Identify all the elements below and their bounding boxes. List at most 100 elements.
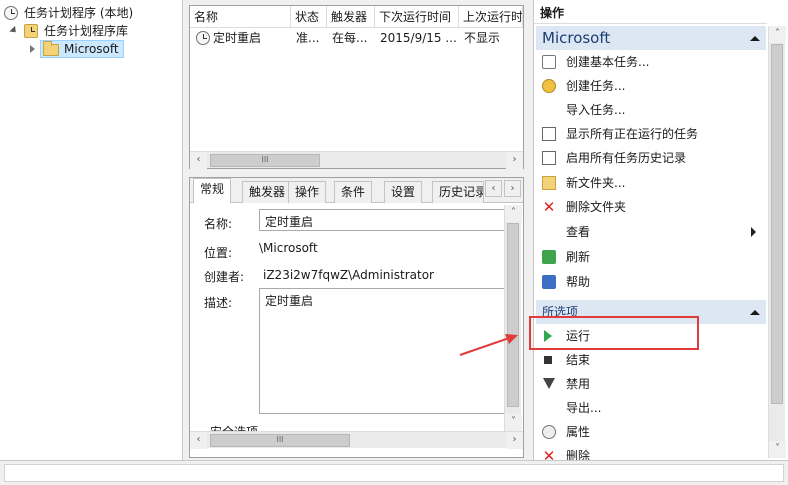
action-show-running[interactable]: 显示所有正在运行的任务 (534, 122, 767, 146)
refresh-icon (542, 250, 556, 264)
create-task-icon (542, 79, 556, 93)
history-icon (542, 151, 556, 165)
action-refresh[interactable]: 刷新 (534, 245, 767, 269)
end-icon (544, 356, 552, 364)
help-icon (542, 275, 556, 289)
actions-pane: 操作 Microsoft 创建基本任务... 创建任务... 导入任务... 显… (533, 0, 788, 460)
action-label: 删除文件夹 (566, 200, 627, 214)
column-header-name[interactable]: 名称 (190, 6, 291, 28)
action-label: 显示所有正在运行的任务 (566, 127, 699, 141)
action-label: 创建任务... (566, 79, 626, 93)
tree-root-label: 任务计划程序 (本地) (24, 6, 134, 20)
action-new-folder[interactable]: 新文件夹... (534, 171, 767, 195)
location-value: \Microsoft (259, 241, 318, 255)
tree-library-label: 任务计划程序库 (44, 24, 129, 38)
action-label: 新文件夹... (566, 176, 626, 190)
author-label: 创建者: (204, 270, 245, 284)
scroll-down-icon[interactable]: ˅ (505, 414, 522, 431)
details-vertical-scrollbar[interactable]: ˄ ˅ (504, 205, 522, 431)
tab-scroll-right-icon[interactable]: › (504, 180, 521, 197)
tree-microsoft-label: Microsoft (64, 42, 119, 56)
expand-arrow-icon[interactable] (30, 45, 35, 53)
action-delete-folder[interactable]: ✕ 删除文件夹 (534, 195, 767, 219)
tree-library-item[interactable]: 任务计划程序库 (8, 22, 178, 40)
scroll-left-icon[interactable]: ‹ (190, 152, 207, 169)
submenu-arrow-icon (751, 227, 756, 237)
actions-header: 操作 (534, 2, 767, 24)
tab-triggers[interactable]: 触发器 (242, 181, 293, 203)
properties-icon (542, 425, 556, 439)
action-create-task[interactable]: 创建任务... (534, 74, 767, 98)
scroll-right-icon[interactable]: › (506, 432, 523, 449)
details-horizontal-scrollbar[interactable]: ‹ III › (190, 431, 523, 449)
navigation-tree: 任务计划程序 (本地) 任务计划程序库 Microsoft (0, 0, 183, 460)
scroll-up-icon[interactable]: ˄ (769, 26, 786, 43)
running-tasks-icon (542, 127, 556, 141)
disable-icon (543, 378, 555, 389)
action-view[interactable]: 查看 (534, 220, 767, 244)
scroll-up-icon[interactable]: ˄ (505, 205, 522, 222)
folder-icon (43, 41, 59, 56)
tree-microsoft-item[interactable]: Microsoft (30, 40, 125, 58)
new-folder-icon (542, 176, 556, 190)
tab-actions[interactable]: 操作 (288, 181, 327, 203)
action-label: 启用所有任务历史记录 (566, 151, 687, 165)
scroll-thumb[interactable] (771, 44, 783, 404)
action-end[interactable]: 结束 (534, 348, 767, 372)
annotation-arrow (459, 334, 518, 356)
location-label: 位置: (204, 246, 233, 260)
action-label: 查看 (566, 225, 591, 239)
tab-scroll-left-icon[interactable]: ‹ (485, 180, 502, 197)
action-import-task[interactable]: 导入任务... (534, 98, 767, 122)
action-export[interactable]: 导出... (534, 396, 767, 420)
scroll-thumb[interactable]: III (210, 154, 320, 167)
action-label: 导出... (566, 401, 602, 415)
name-label: 名称: (204, 217, 233, 231)
scroll-thumb[interactable]: III (210, 434, 350, 447)
row-trigger: 在每... (332, 31, 368, 45)
tree-root-item[interactable]: 任务计划程序 (本地) (4, 4, 179, 22)
task-list-panel: 名称 状态 触发器 下次运行时间 上次运行时 定时重启 准... 在每... 2… (189, 5, 524, 169)
action-label: 创建基本任务... (566, 55, 650, 69)
task-details-panel: 常规 触发器 操作 条件 设置 历史记录 ‹ › 名称: 定时重启 位置: \M… (189, 177, 524, 458)
section-microsoft[interactable]: Microsoft (536, 26, 766, 50)
tab-general[interactable]: 常规 (193, 178, 232, 203)
action-label: 帮助 (566, 275, 591, 289)
delete-icon: ✕ (542, 198, 556, 216)
tab-conditions[interactable]: 条件 (334, 181, 373, 203)
table-row[interactable]: 定时重启 准... 在每... 2015/9/15 ... 不显示 (190, 28, 523, 48)
scroll-thumb[interactable] (507, 223, 519, 407)
scroll-right-icon[interactable]: › (506, 152, 523, 169)
status-field (4, 464, 784, 482)
column-header-trigger[interactable]: 触发器 (327, 6, 375, 28)
action-label: 结束 (566, 353, 591, 367)
column-header-status[interactable]: 状态 (291, 6, 327, 28)
action-disable[interactable]: 禁用 (534, 372, 767, 396)
scroll-left-icon[interactable]: ‹ (190, 432, 207, 449)
list-horizontal-scrollbar[interactable]: ‹ III › (190, 151, 523, 169)
run-highlight-box (529, 316, 699, 350)
description-label: 描述: (204, 296, 233, 310)
action-label: 刷新 (566, 250, 591, 264)
collapse-caret-icon[interactable] (750, 310, 760, 315)
library-folder-icon (24, 24, 38, 38)
row-next-run: 2015/9/15 ... (380, 31, 457, 45)
action-enable-history[interactable]: 启用所有任务历史记录 (534, 146, 767, 170)
action-help[interactable]: 帮助 (534, 270, 767, 294)
column-header-next-run[interactable]: 下次运行时间 (375, 6, 459, 28)
row-name: 定时重启 (213, 31, 262, 45)
collapse-arrow-icon[interactable] (9, 25, 19, 36)
tab-history[interactable]: 历史记录 (432, 181, 484, 203)
action-create-basic-task[interactable]: 创建基本任务... (534, 50, 767, 74)
column-header-last-run[interactable]: 上次运行时 (459, 6, 523, 28)
scroll-down-icon[interactable]: ˅ (769, 441, 786, 458)
action-delete[interactable]: ✕ 删除 (534, 444, 767, 461)
action-label: 禁用 (566, 377, 591, 391)
action-properties[interactable]: 属性 (534, 420, 767, 444)
tab-settings[interactable]: 设置 (384, 181, 423, 203)
name-field[interactable]: 定时重启 (259, 209, 507, 231)
task-scheduler-icon (4, 6, 18, 20)
row-last-run: 不显示 (464, 31, 501, 45)
actions-vertical-scrollbar[interactable]: ˄ ˅ (768, 26, 786, 458)
collapse-caret-icon[interactable] (750, 36, 760, 41)
